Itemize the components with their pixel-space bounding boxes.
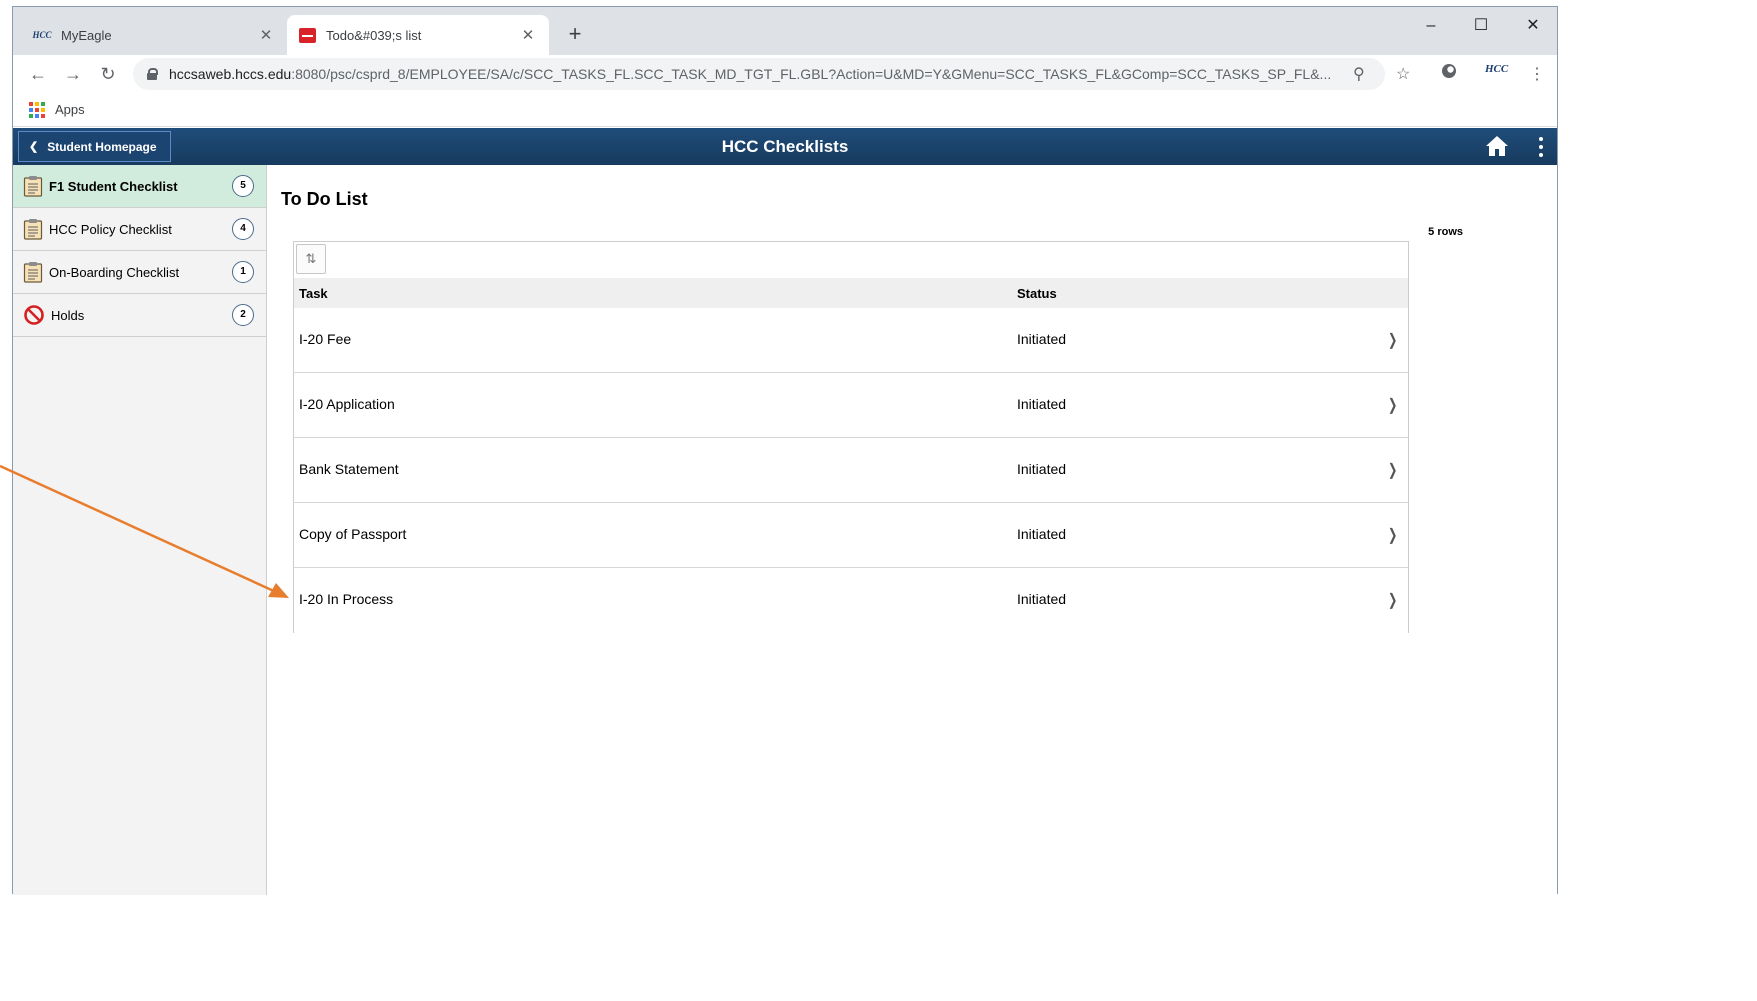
sidebar-item-label: HCC Policy Checklist xyxy=(49,221,172,237)
status-cell: Initiated xyxy=(1017,331,1067,347)
back-arrow-icon[interactable]: ← xyxy=(25,61,51,87)
back-button-label: Student Homepage xyxy=(47,139,157,154)
page-title-banner: HCC Checklists xyxy=(721,137,849,156)
zoom-icon[interactable]: ⚲ xyxy=(1353,64,1365,84)
apps-grid-icon[interactable] xyxy=(29,101,45,118)
sidebar-item-f1-student-checklist[interactable]: F1 Student Checklist 5 xyxy=(13,165,266,208)
status-cell: Initiated xyxy=(1017,591,1067,607)
count-badge: 4 xyxy=(232,218,254,240)
task-cell: I-20 Application xyxy=(299,396,395,412)
table-row[interactable]: I-20 In Process Initiated ❯ xyxy=(294,568,1408,633)
reload-icon[interactable]: ↻ xyxy=(95,61,121,87)
chevron-left-icon: ❮ xyxy=(29,141,39,153)
minimize-button[interactable]: – xyxy=(1411,12,1451,40)
table-row[interactable]: Bank Statement Initiated ❯ xyxy=(294,438,1408,503)
actions-menu-icon[interactable] xyxy=(1533,135,1549,159)
browser-window: HCC MyEagle ✕ Todo&#039;s list ✕ + – ☐ ✕… xyxy=(12,6,1558,895)
grid-header: Task Status xyxy=(294,278,1408,308)
main-content: To Do List 5 rows ⇅ Task Status I-20 Fee… xyxy=(267,165,1557,895)
url-path: :8080/psc/csprd_8/EMPLOYEE/SA/c/SCC_TASK… xyxy=(291,66,1332,82)
status-cell: Initiated xyxy=(1017,461,1067,477)
sort-button[interactable]: ⇅ xyxy=(296,244,326,274)
task-cell: I-20 Fee xyxy=(299,331,352,347)
browser-toolbar: ← → ↻ hccsaweb.hccs.edu :8080/psc/csprd_… xyxy=(13,55,1557,93)
table-row[interactable]: I-20 Application Initiated ❯ xyxy=(294,373,1408,438)
close-icon[interactable]: ✕ xyxy=(519,26,537,44)
chevron-right-icon: ❯ xyxy=(1388,332,1398,349)
tab-todo-list[interactable]: Todo&#039;s list ✕ xyxy=(287,15,549,55)
clipboard-icon xyxy=(23,176,43,197)
sidebar-item-label: On-Boarding Checklist xyxy=(49,264,180,280)
window-close-button[interactable]: ✕ xyxy=(1513,12,1553,40)
chevron-right-icon: ❯ xyxy=(1388,397,1398,414)
count-badge: 5 xyxy=(232,175,254,197)
chevron-right-icon: ❯ xyxy=(1388,527,1398,544)
tab-myeagle[interactable]: HCC MyEagle ✕ xyxy=(21,15,287,55)
hcc-logo-icon: HCC xyxy=(32,30,52,40)
table-row[interactable]: Copy of Passport Initiated ❯ xyxy=(294,503,1408,568)
tab-title: Todo&#039;s list xyxy=(326,27,422,43)
tab-strip: HCC MyEagle ✕ Todo&#039;s list ✕ + – ☐ ✕ xyxy=(13,7,1557,55)
chevron-right-icon: ❯ xyxy=(1388,592,1398,609)
sidebar-item-label: F1 Student Checklist xyxy=(49,178,178,194)
no-entry-icon xyxy=(24,305,44,325)
student-homepage-button[interactable]: ❮ Student Homepage xyxy=(18,131,171,162)
close-icon[interactable]: ✕ xyxy=(257,26,275,44)
bookmarks-bar: Apps xyxy=(13,93,1557,127)
status-cell: Initiated xyxy=(1017,396,1067,412)
url-host: hccsaweb.hccs.edu xyxy=(169,66,292,82)
sidebar-item-holds[interactable]: Holds 2 xyxy=(13,294,266,337)
grid-toolbar: ⇅ xyxy=(294,242,1408,278)
sidebar-item-label: Holds xyxy=(51,307,85,323)
clipboard-icon xyxy=(23,262,43,283)
maximize-button[interactable]: ☐ xyxy=(1461,12,1501,40)
sort-arrows-icon: ⇅ xyxy=(305,251,317,266)
apps-bookmark-label[interactable]: Apps xyxy=(55,102,85,117)
forward-arrow-icon[interactable]: → xyxy=(60,61,86,87)
star-icon[interactable]: ☆ xyxy=(1396,64,1410,84)
new-tab-button[interactable]: + xyxy=(563,21,587,47)
sidebar-item-on-boarding-checklist[interactable]: On-Boarding Checklist 1 xyxy=(13,251,266,294)
app-banner: ❮ Student Homepage HCC Checklists xyxy=(13,128,1557,165)
address-bar[interactable]: hccsaweb.hccs.edu :8080/psc/csprd_8/EMPL… xyxy=(133,58,1385,90)
status-cell: Initiated xyxy=(1017,526,1067,542)
count-badge: 1 xyxy=(232,261,254,283)
column-header-status: Status xyxy=(1017,286,1057,301)
lock-icon xyxy=(147,68,158,80)
tab-title: MyEagle xyxy=(61,27,112,43)
task-cell: I-20 In Process xyxy=(299,591,394,607)
count-badge: 2 xyxy=(232,304,254,326)
row-count: 5 rows xyxy=(1428,226,1463,238)
table-row[interactable]: I-20 Fee Initiated ❯ xyxy=(294,308,1408,373)
chrome-menu-icon[interactable]: ⋮ xyxy=(1529,64,1545,84)
page-title: To Do List xyxy=(281,189,368,209)
extension-circle-icon[interactable] xyxy=(1441,63,1457,84)
peoplesoft-red-icon xyxy=(299,27,316,43)
todo-grid: ⇅ Task Status I-20 Fee Initiated ❯ I-20 … xyxy=(293,241,1409,633)
left-navigation: F1 Student Checklist 5 HCC Policy Checkl… xyxy=(13,165,267,895)
task-cell: Copy of Passport xyxy=(299,526,407,542)
column-header-task: Task xyxy=(299,286,328,301)
grid-body: I-20 Fee Initiated ❯ I-20 Application In… xyxy=(294,308,1408,633)
hcc-extension-icon[interactable]: HCC xyxy=(1485,63,1508,75)
screenshot-frame: HCC MyEagle ✕ Todo&#039;s list ✕ + – ☐ ✕… xyxy=(0,0,1757,1001)
task-cell: Bank Statement xyxy=(299,461,399,477)
sidebar-item-hcc-policy-checklist[interactable]: HCC Policy Checklist 4 xyxy=(13,208,266,251)
clipboard-icon xyxy=(23,219,43,240)
home-icon[interactable] xyxy=(1485,135,1509,157)
chevron-right-icon: ❯ xyxy=(1388,462,1398,479)
